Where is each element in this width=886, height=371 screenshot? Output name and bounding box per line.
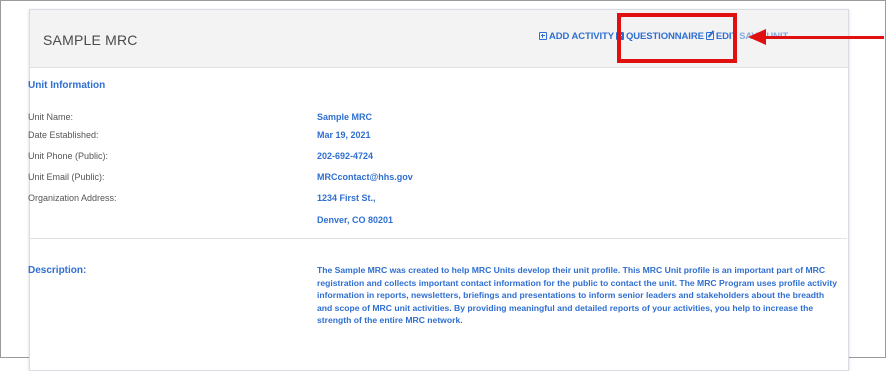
annotation-arrow-line	[762, 36, 884, 39]
page-title: SAMPLE MRC	[43, 32, 138, 48]
unit-phone-value: 202-692-4724	[317, 151, 374, 161]
description-text: The Sample MRC was created to help MRC U…	[317, 265, 837, 325]
organization-address-line2: Denver, CO 80201	[317, 215, 394, 225]
unit-phone-label: Unit Phone (Public):	[28, 151, 109, 161]
add-activity-button[interactable]: ADD ACTIVITY	[539, 31, 614, 42]
date-established-value: Mar 19, 2021	[317, 130, 371, 140]
unit-name-value: Sample MRC	[317, 112, 373, 122]
date-established-label: Date Established:	[28, 130, 99, 140]
unit-email-value[interactable]: MRCcontact@hhs.gov	[317, 172, 413, 182]
organization-address-line1: 1234 First St.,	[317, 193, 376, 203]
section-divider	[29, 238, 847, 239]
unit-information-heading: Unit Information	[28, 80, 106, 91]
organization-address-label: Organization Address:	[28, 193, 117, 203]
unit-name-label: Unit Name:	[28, 112, 74, 122]
plus-icon	[539, 32, 547, 40]
unit-email-label: Unit Email (Public):	[28, 172, 105, 182]
annotation-highlight-box	[617, 13, 737, 63]
add-activity-label: ADD ACTIVITY	[549, 30, 614, 42]
description-label: Description:	[28, 265, 87, 276]
